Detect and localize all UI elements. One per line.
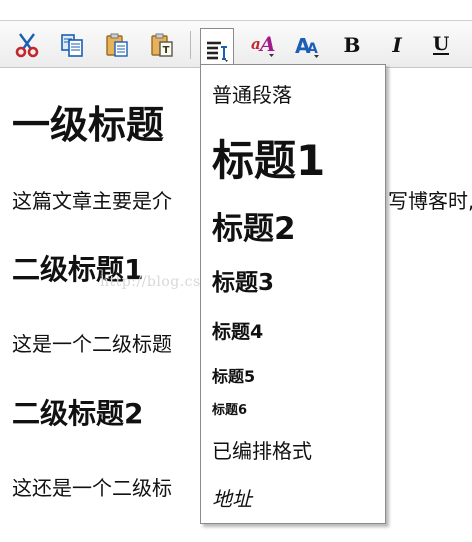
paste-text-icon: T [149,32,175,58]
paste-icon [104,32,130,58]
copy-icon [59,32,85,58]
font-size-button[interactable]: A A [290,28,324,62]
cut-button[interactable] [10,28,44,62]
copy-button[interactable] [55,28,89,62]
menu-item-heading-2[interactable]: 标题2 [212,203,296,248]
menu-item-heading-1[interactable]: 标题1 [212,127,325,188]
heading-1: 一级标题 [12,103,165,147]
svg-text:U: U [433,33,450,55]
font-size-icon: A A [293,31,321,59]
italic-button[interactable]: I [380,28,414,62]
menu-item-address[interactable]: 地址 [212,483,252,512]
paste-text-button[interactable]: T [145,28,179,62]
svg-text:B: B [344,33,361,57]
paragraph-third: 这还是一个二级标 [12,476,172,500]
editor-window: T a A A A B I U 一级标题 这篇文章主要是介 写博客时, 二级标题… [0,0,472,542]
top-strip [0,0,472,20]
bold-icon: B [341,33,363,57]
svg-text:A: A [258,32,276,56]
svg-text:T: T [163,45,170,56]
editor-toolbar: T a A A A B I U [0,20,472,70]
toolbar-separator [190,31,191,59]
paragraph-second: 这是一个二级标题 [12,332,172,356]
menu-item-preformatted[interactable]: 已编排格式 [212,435,312,464]
cut-icon [14,32,40,58]
underline-button[interactable]: U [424,28,458,62]
remove-format-icon: a A [249,31,277,59]
paste-button[interactable] [100,28,134,62]
svg-text:I: I [391,33,402,57]
menu-item-heading-4[interactable]: 标题4 [212,317,263,344]
italic-icon: I [386,33,408,57]
format-block-icon [203,36,231,64]
paragraph-intro: 这篇文章主要是介 [12,189,172,213]
underline-icon: U [430,32,452,58]
remove-format-button[interactable]: a A [246,28,280,62]
menu-item-heading-6[interactable]: 标题6 [212,399,247,418]
menu-item-heading-5[interactable]: 标题5 [212,363,255,387]
bold-button[interactable]: B [335,28,369,62]
svg-text:A: A [307,41,318,57]
menu-item-paragraph[interactable]: 普通段落 [212,79,292,108]
paragraph-intro-tail: 写博客时, [388,189,472,213]
menu-item-heading-3[interactable]: 标题3 [212,263,274,297]
heading-2-second: 二级标题2 [12,397,144,430]
format-dropdown-menu: 普通段落 标题1 标题2 标题3 标题4 标题5 标题6 已编排格式 地址 [200,64,386,524]
